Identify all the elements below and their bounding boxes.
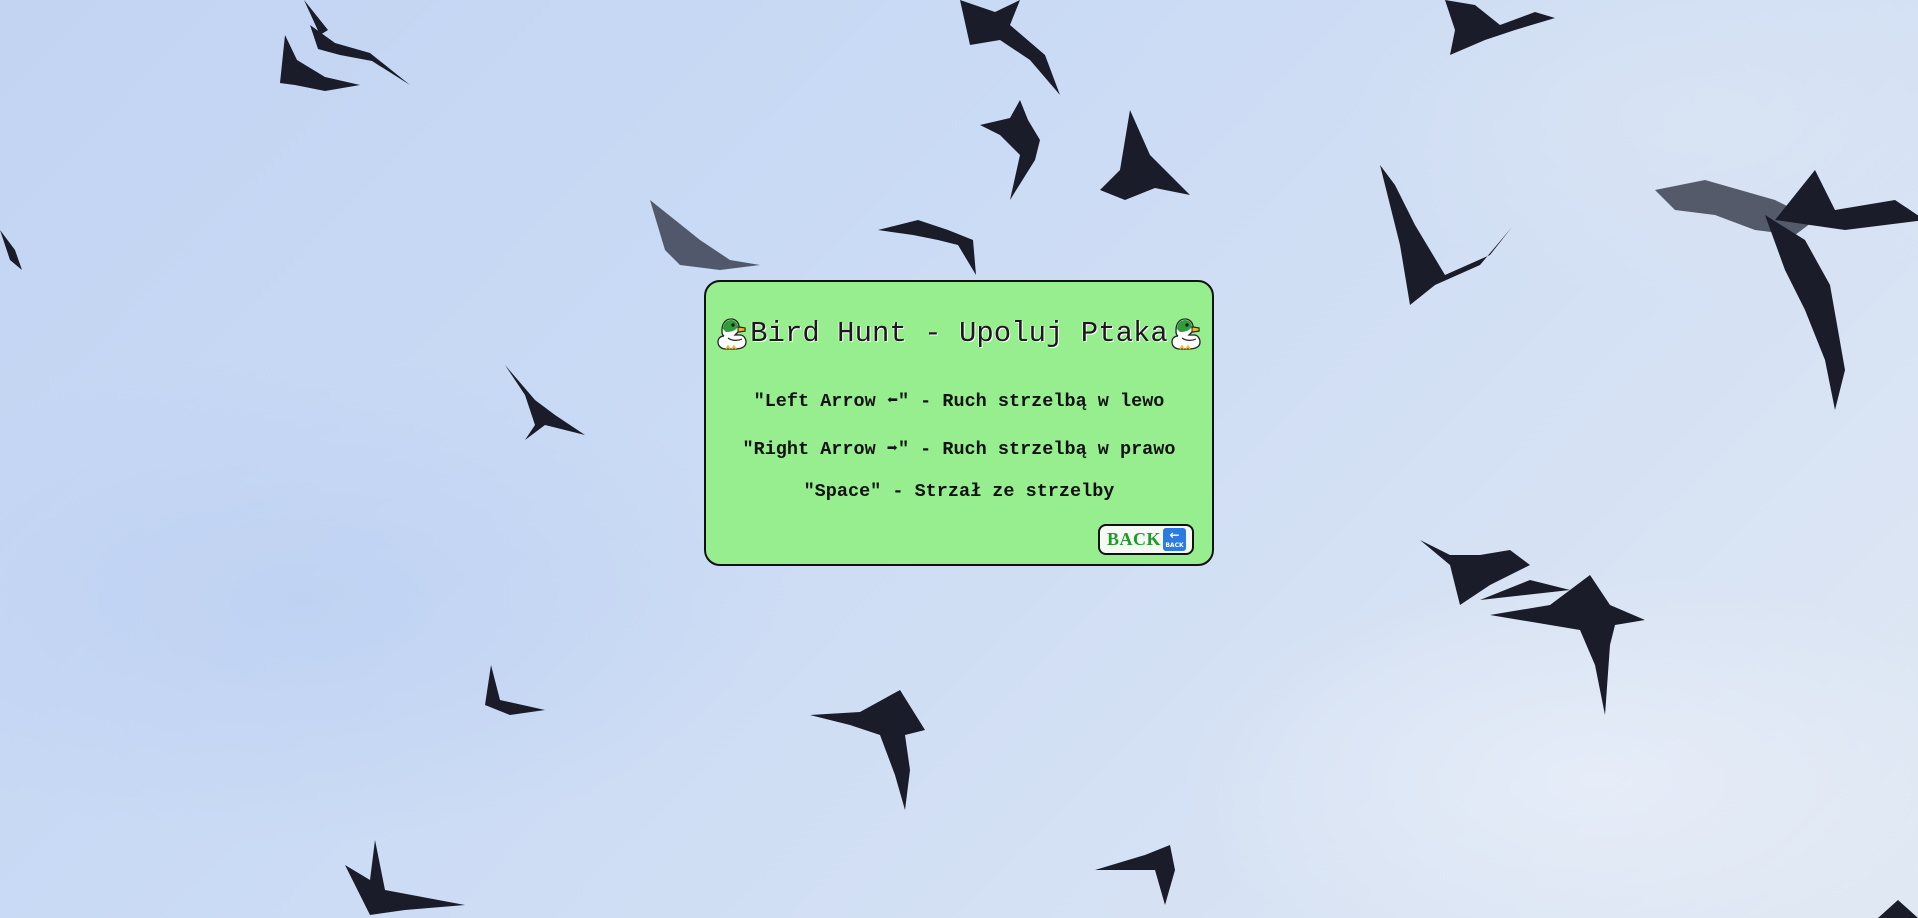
bird-15 xyxy=(485,665,545,715)
bird-17 xyxy=(345,840,465,915)
bird-16 xyxy=(810,690,925,810)
control-left-arrow: "Left Arrow ⬅" - Ruch strzelbą w lewo xyxy=(753,391,1165,412)
bird-10 xyxy=(1655,170,1918,410)
bird-11 xyxy=(0,230,22,270)
bird-1 xyxy=(304,0,410,85)
control-space: "Space" - Strzał ze strzelby xyxy=(803,481,1115,502)
bird-4 xyxy=(1445,0,1555,55)
bird-6 xyxy=(1100,110,1190,200)
bird-8 xyxy=(878,220,976,275)
back-button-label: BACK xyxy=(1106,529,1161,549)
bird-3 xyxy=(960,0,1060,95)
back-button[interactable]: BACK ← BACK xyxy=(1097,524,1194,555)
game-title: Bird Hunt - Upoluj Ptaka xyxy=(706,314,1212,352)
bird-12 xyxy=(505,365,585,440)
bird-9 xyxy=(1380,165,1512,305)
back-icon: ← BACK xyxy=(1163,528,1186,551)
game-title-text: Bird Hunt - Upoluj Ptaka xyxy=(750,316,1168,350)
bird-5 xyxy=(980,100,1040,200)
bird-19 xyxy=(1878,900,1918,918)
bird-18 xyxy=(1095,845,1175,905)
left-arrow-icon: ← xyxy=(1169,528,1180,542)
bird-7 xyxy=(650,200,760,270)
back-icon-text: BACK xyxy=(1165,542,1184,549)
bird-13 xyxy=(1420,540,1570,605)
control-right-arrow: "Right Arrow ➡" - Ruch strzelbą w prawo xyxy=(742,439,1176,460)
duck-icon xyxy=(717,318,747,350)
duck-icon xyxy=(1171,318,1201,350)
instructions-panel: Bird Hunt - Upoluj Ptaka "Left Arrow ⬅" … xyxy=(704,280,1214,566)
